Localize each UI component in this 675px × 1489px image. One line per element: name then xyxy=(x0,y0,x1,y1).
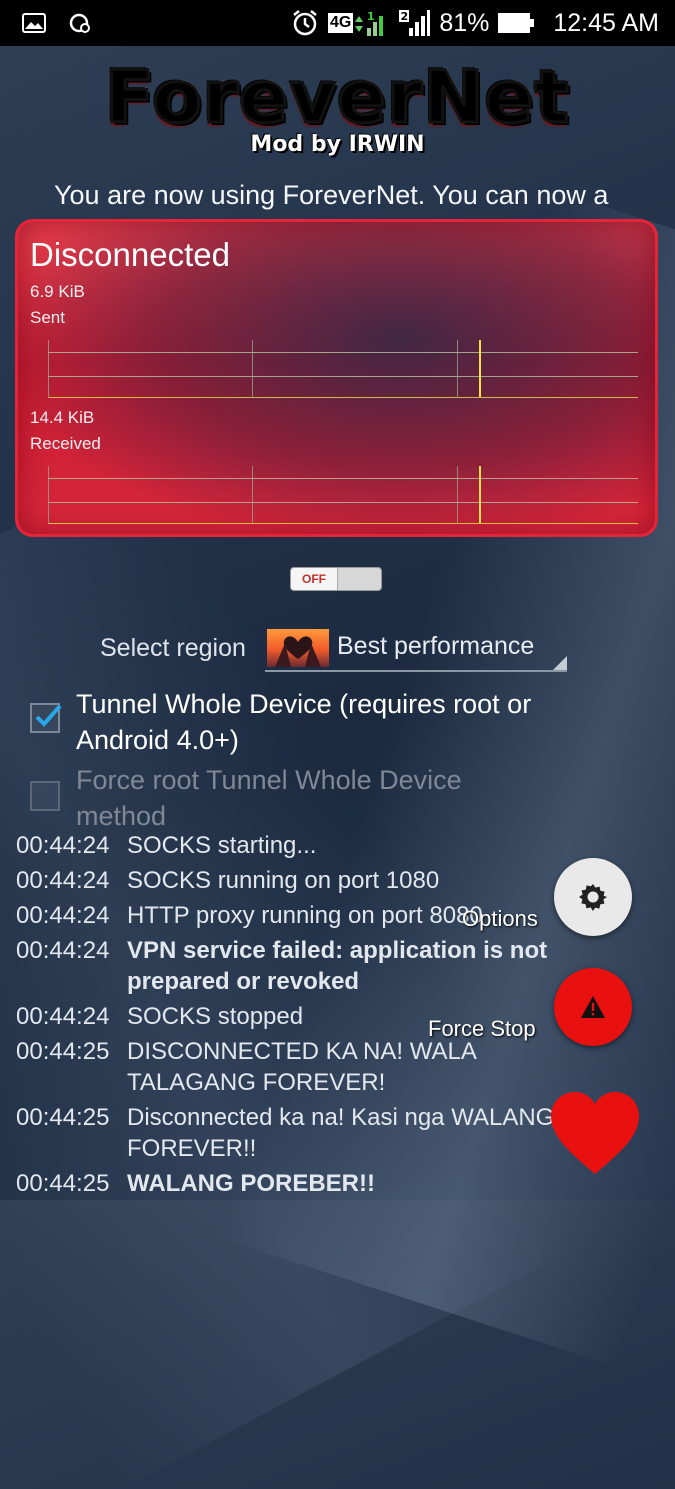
logo-subtitle: Mod by IRWIN xyxy=(250,132,425,157)
connect-toggle[interactable]: OFF xyxy=(290,567,382,591)
log-time: 00:44:24 xyxy=(16,937,110,964)
image-icon xyxy=(22,13,46,33)
region-dropdown[interactable]: Best performance xyxy=(265,626,567,672)
alarm-icon xyxy=(290,8,320,38)
force-stop-label: Force Stop xyxy=(428,1016,536,1041)
connection-status: Disconnected xyxy=(30,236,230,273)
sim1-indicator: 1 xyxy=(367,10,375,23)
region-label: Select region xyxy=(100,634,246,662)
sent-graph xyxy=(48,340,638,398)
tunnel-whole-device-checkbox[interactable] xyxy=(30,703,62,733)
log-time: 00:44:25 xyxy=(16,1170,110,1197)
sent-label: Sent xyxy=(30,308,65,327)
force-stop-button[interactable] xyxy=(554,968,632,1046)
options-button[interactable] xyxy=(554,858,632,936)
log-entry: 00:44:25 WALANG POREBER!! xyxy=(16,1168,576,1199)
sim2-signal-icon: 2 xyxy=(397,8,431,38)
network-type: 4G xyxy=(327,13,354,33)
tunnel-whole-device-label[interactable]: Tunnel Whole Device (requires root or An… xyxy=(76,686,536,758)
options-label: Options xyxy=(462,906,538,931)
received-value: 14.4 KiB xyxy=(30,408,95,427)
battery-icon xyxy=(497,10,535,36)
toggle-label: OFF xyxy=(291,568,338,590)
status-bar: 4G 1 2 81% 12:45 AM xyxy=(0,0,675,46)
log-entry: 00:44:25 Disconnected ka na! Kasi nga WAL… xyxy=(16,1102,576,1164)
log-entry: 00:44:24 VPN service failed: application … xyxy=(16,935,576,997)
marquee-text: You are now using ForeverNet. You can no… xyxy=(54,180,609,210)
app-logo: ForeverNet Mod by IRWIN xyxy=(0,57,675,158)
warning-icon xyxy=(581,996,605,1018)
log-message: Disconnected ka na! Kasi nga WALANG FORE… xyxy=(127,1104,555,1162)
log-message: DISCONNECTED KA NA! WALA TALAGANG FOREVE… xyxy=(127,1038,476,1096)
connection-panel: Disconnected 6.9 KiB Sent 14.4 KiB Recei… xyxy=(15,219,658,537)
clock: 12:45 AM xyxy=(553,8,659,37)
heart-hands-thumbnail xyxy=(267,629,329,667)
data-saver-icon xyxy=(68,11,92,35)
log-time: 00:44:24 xyxy=(16,1003,110,1030)
sim2-indicator: 2 xyxy=(401,10,409,23)
logo-title: ForeverNet xyxy=(0,57,675,138)
4g-signal-icon: 4G 1 xyxy=(327,8,389,38)
log-time: 00:44:24 xyxy=(16,902,110,929)
region-value: Best performance xyxy=(337,632,535,660)
sent-spike xyxy=(479,340,481,397)
log-entry: 00:44:24 SOCKS running on port 1080 xyxy=(16,865,576,896)
received-label: Received xyxy=(30,434,101,453)
sent-value: 6.9 KiB xyxy=(30,282,85,301)
log-message: VPN service failed: application is not p… xyxy=(127,937,548,995)
heart-icon[interactable] xyxy=(549,1090,641,1176)
battery-percent: 81% xyxy=(439,8,490,37)
force-root-tunnel-label[interactable]: Force root Tunnel Whole Device method xyxy=(76,762,536,834)
log-entry: 00:44:24 SOCKS starting... xyxy=(16,830,576,861)
log-time: 00:44:24 xyxy=(16,867,110,894)
received-spike xyxy=(479,466,481,523)
log-time: 00:44:24 xyxy=(16,832,110,859)
log-message: WALANG POREBER!! xyxy=(127,1170,375,1197)
force-root-tunnel-checkbox[interactable] xyxy=(30,781,60,811)
log-time: 00:44:25 xyxy=(16,1038,110,1065)
dropdown-arrow-icon xyxy=(553,656,567,670)
log-message: SOCKS starting... xyxy=(127,832,317,859)
received-graph xyxy=(48,466,638,524)
log-message: SOCKS running on port 1080 xyxy=(127,867,440,894)
log-time: 00:44:25 xyxy=(16,1104,110,1131)
checkmark-icon xyxy=(35,704,62,727)
log-entry: 00:44:25 DISCONNECTED KA NA! WALA TALAGAN… xyxy=(16,1036,576,1098)
dropdown-underline xyxy=(265,670,567,672)
gear-icon xyxy=(579,884,607,911)
